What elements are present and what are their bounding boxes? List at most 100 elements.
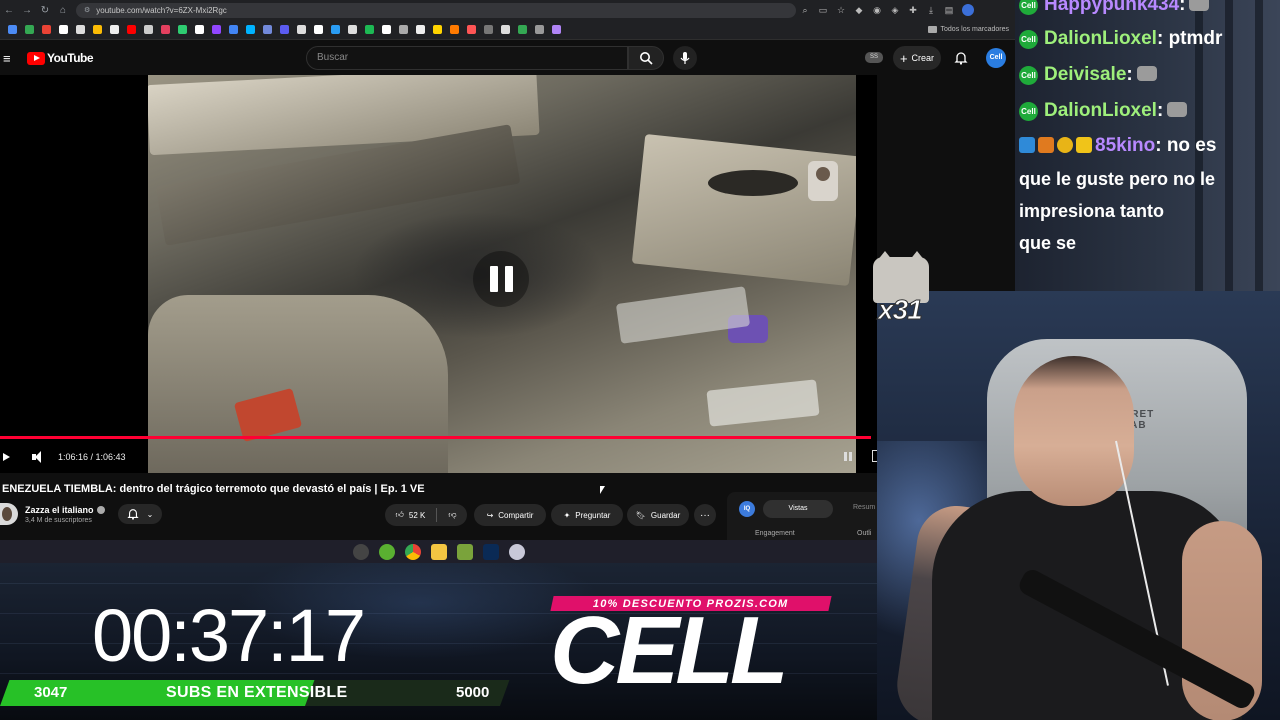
bookmark-icon[interactable] bbox=[314, 25, 323, 34]
chat-username[interactable]: DalionLioxel bbox=[1044, 28, 1157, 49]
bookmark-icon[interactable] bbox=[161, 25, 170, 34]
install-app-icon[interactable]: ▭ bbox=[814, 0, 832, 20]
bookmark-icon[interactable] bbox=[433, 25, 442, 34]
account-avatar[interactable]: Cell bbox=[986, 48, 1006, 68]
home-icon[interactable]: ⌂ bbox=[54, 0, 72, 20]
channel-name[interactable]: Zazza el italiano bbox=[25, 505, 105, 515]
reload-icon[interactable]: ↻ bbox=[36, 0, 54, 20]
tab-search-icon[interactable]: ▤ bbox=[940, 0, 958, 20]
bookmark-icon[interactable] bbox=[144, 25, 153, 34]
extension-icon[interactable]: ◉ bbox=[868, 0, 886, 20]
bookmark-icon[interactable] bbox=[25, 25, 34, 34]
channel-avatar[interactable] bbox=[0, 503, 18, 525]
bookmark-icon[interactable] bbox=[59, 25, 68, 34]
address-bar[interactable]: ⚙ youtube.com/watch?v=6ZX-Mxi2Rgc bbox=[76, 2, 796, 18]
chat-username[interactable]: DalionLioxel bbox=[1044, 100, 1157, 121]
player-controls: 1:06:16 / 1:06:43 bbox=[0, 445, 877, 469]
bookmark-icon[interactable] bbox=[450, 25, 459, 34]
extensions-puzzle-icon[interactable]: ✚ bbox=[904, 0, 922, 20]
bookmark-icon[interactable] bbox=[484, 25, 493, 34]
thumbs-down-icon[interactable]: 👎︎ bbox=[448, 510, 456, 520]
ask-button[interactable]: ✦ Preguntar bbox=[551, 504, 623, 526]
share-button[interactable]: ↪ Compartir bbox=[474, 504, 546, 526]
notifications-button[interactable] bbox=[952, 49, 970, 67]
bookmark-icon[interactable] bbox=[518, 25, 527, 34]
chat-message: 85kino: no es bbox=[1019, 135, 1216, 157]
bookmark-icon[interactable] bbox=[93, 25, 102, 34]
play-icon[interactable] bbox=[3, 453, 10, 461]
download-icon[interactable]: ⤓ bbox=[922, 0, 940, 20]
taskbar-app-icon[interactable] bbox=[378, 543, 395, 560]
taskbar-app-icon[interactable] bbox=[508, 543, 525, 560]
chat-username[interactable]: Happypunk434 bbox=[1044, 0, 1179, 15]
iq-badge[interactable]: IQ bbox=[739, 501, 755, 517]
forward-icon[interactable]: → bbox=[18, 0, 36, 20]
youtube-logo[interactable]: YouTube bbox=[27, 51, 94, 65]
save-button[interactable]: 🔖︎ Guardar bbox=[627, 504, 689, 526]
pause-overlay-button[interactable] bbox=[473, 251, 529, 307]
create-button[interactable]: + Crear bbox=[893, 46, 941, 70]
bookmark-icon[interactable] bbox=[280, 25, 289, 34]
extension-icon[interactable]: ◆ bbox=[850, 0, 868, 20]
menu-icon[interactable]: ≡ bbox=[3, 51, 17, 66]
bookmark-icon[interactable] bbox=[178, 25, 187, 34]
channel-watermark[interactable] bbox=[808, 161, 838, 201]
search-button[interactable] bbox=[628, 46, 664, 70]
bookmark-icon[interactable] bbox=[212, 25, 221, 34]
sub-goal-current: 3047 bbox=[34, 684, 68, 701]
site-info-icon[interactable]: ⚙ bbox=[84, 6, 90, 14]
bookmark-icon[interactable] bbox=[263, 25, 272, 34]
browser-window: ← → ↻ ⌂ ⚙ youtube.com/watch?v=6ZX-Mxi2Rg… bbox=[0, 0, 1015, 540]
bookmark-icon[interactable] bbox=[195, 25, 204, 34]
bookmark-icon[interactable] bbox=[399, 25, 408, 34]
bookmark-icon[interactable] bbox=[76, 25, 85, 34]
taskbar-app-icon[interactable] bbox=[456, 543, 473, 560]
emote-combo-count: x31 bbox=[878, 294, 924, 326]
bookmark-icon[interactable] bbox=[42, 25, 51, 34]
file-explorer-icon[interactable] bbox=[430, 543, 447, 560]
cat-emote-icon bbox=[1167, 102, 1188, 117]
video-progress-bar[interactable] bbox=[0, 436, 871, 439]
chrome-icon[interactable] bbox=[404, 543, 421, 560]
bookmark-icon: 🔖︎ bbox=[635, 510, 646, 520]
taskbar-app-icon[interactable] bbox=[352, 543, 369, 560]
tab-views[interactable]: Vistas bbox=[763, 500, 833, 518]
thumbs-up-icon[interactable]: 👍︎ bbox=[396, 510, 404, 520]
bookmark-icon[interactable] bbox=[229, 25, 238, 34]
bookmark-icon[interactable] bbox=[365, 25, 374, 34]
bookmark-icon[interactable] bbox=[246, 25, 255, 34]
bookmark-icon[interactable] bbox=[110, 25, 119, 34]
back-icon[interactable]: ← bbox=[0, 0, 18, 20]
bookmark-icon[interactable] bbox=[535, 25, 544, 34]
more-actions-button[interactable]: ··· bbox=[694, 504, 716, 526]
zoom-icon[interactable]: ⌕ bbox=[796, 0, 814, 20]
stream-timer: 00:37:17 bbox=[92, 594, 366, 677]
ss-extension-chip[interactable]: SS bbox=[865, 52, 883, 63]
video-player[interactable]: 1:06:16 / 1:06:43 bbox=[0, 75, 877, 473]
bookmark-icon[interactable] bbox=[127, 25, 136, 34]
bookmark-icon[interactable] bbox=[8, 25, 17, 34]
bookmark-icon[interactable] bbox=[382, 25, 391, 34]
bookmark-star-icon[interactable]: ☆ bbox=[832, 0, 850, 20]
bookmark-icon[interactable] bbox=[416, 25, 425, 34]
search-input[interactable]: Buscar bbox=[306, 46, 628, 70]
subscription-bell-button[interactable]: ⌄ bbox=[118, 504, 162, 524]
chat-username[interactable]: Deivisale bbox=[1044, 64, 1126, 85]
volume-icon[interactable] bbox=[32, 451, 46, 463]
photoshop-icon[interactable] bbox=[482, 543, 499, 560]
bookmark-icon[interactable] bbox=[331, 25, 340, 34]
all-bookmarks[interactable]: Todos los marcadores bbox=[927, 26, 1009, 33]
bookmark-icon[interactable] bbox=[501, 25, 510, 34]
bookmark-icon[interactable] bbox=[552, 25, 561, 34]
sub-goal-target: 5000 bbox=[456, 684, 490, 701]
profile-avatar[interactable] bbox=[962, 4, 974, 16]
extension-icon[interactable]: ◈ bbox=[886, 0, 904, 20]
miniplayer-icon[interactable] bbox=[844, 452, 853, 461]
bookmark-icon[interactable] bbox=[297, 25, 306, 34]
bookmark-icon[interactable] bbox=[348, 25, 357, 34]
bookmark-icon[interactable] bbox=[467, 25, 476, 34]
chat-username[interactable]: 85kino bbox=[1095, 135, 1155, 156]
like-count[interactable]: 52 K bbox=[409, 511, 425, 520]
tab-summary[interactable]: Resum bbox=[853, 504, 875, 511]
voice-search-button[interactable] bbox=[673, 46, 697, 70]
